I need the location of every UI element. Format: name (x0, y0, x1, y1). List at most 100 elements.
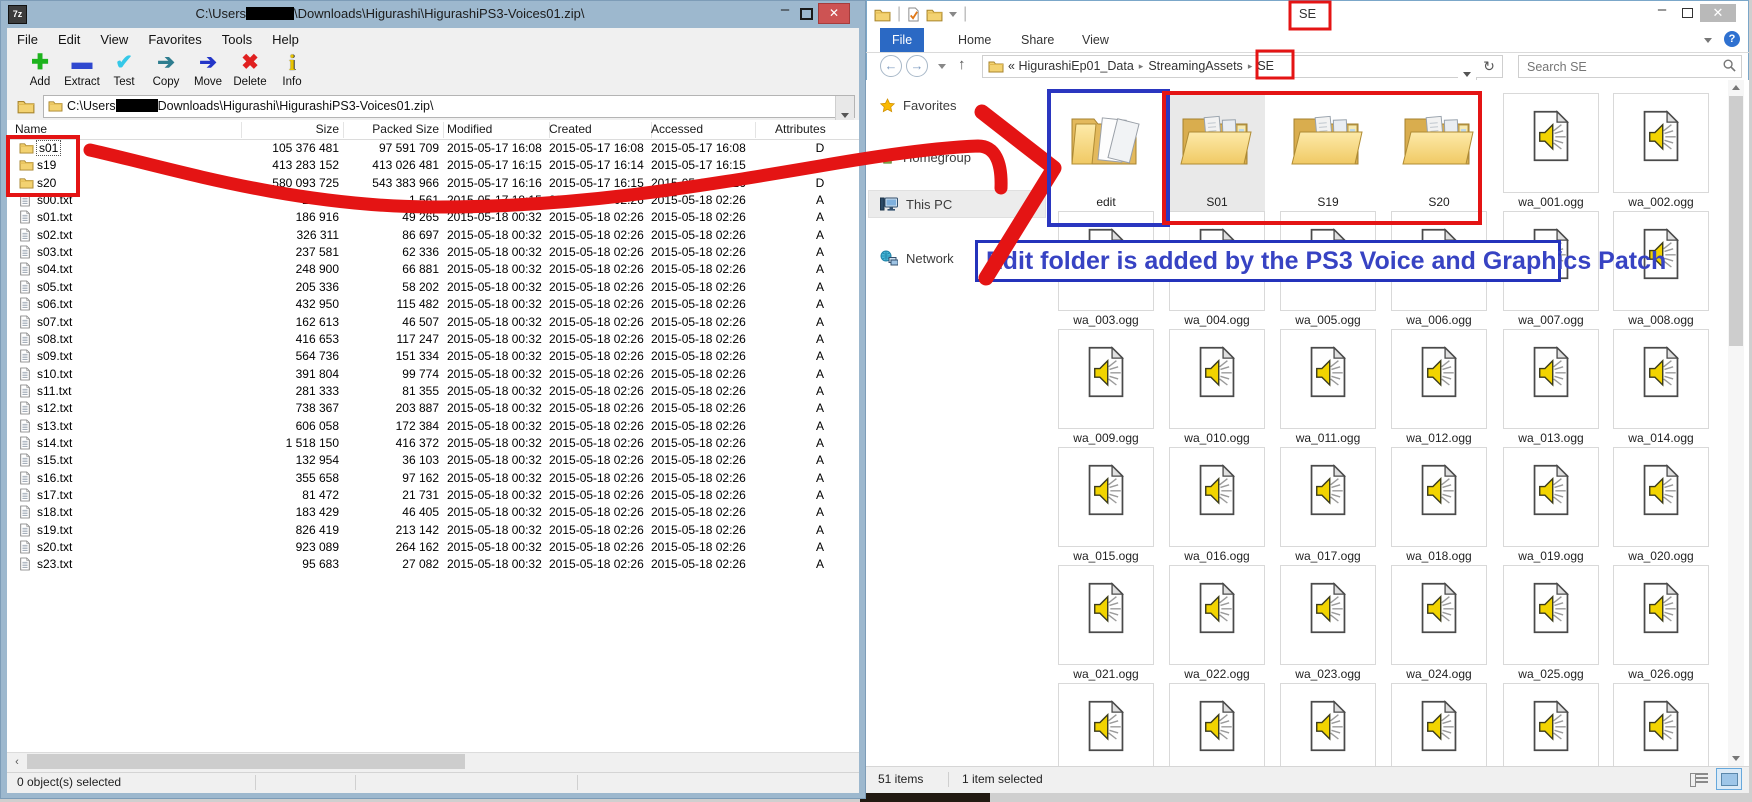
file-item[interactable]: wa_019.ogg (1503, 447, 1599, 565)
delete-button[interactable]: ✖Delete (229, 50, 271, 94)
info-button[interactable]: iInfo (271, 50, 313, 94)
file-item[interactable]: wa_017.ogg (1280, 447, 1376, 565)
file-item[interactable]: wa_014.ogg (1613, 329, 1709, 447)
file-name[interactable]: s02.txt (37, 228, 237, 242)
table-row[interactable]: s10.txt391 80499 7742015-05-18 00:322015… (7, 366, 859, 383)
vertical-scrollbar[interactable] (1728, 80, 1744, 766)
help-icon[interactable]: ? (1724, 31, 1740, 47)
table-row[interactable]: s18.txt183 42946 4052015-05-18 00:322015… (7, 504, 859, 521)
column-header-packed-size[interactable]: Packed Size (343, 122, 444, 138)
file-item[interactable] (1391, 683, 1487, 766)
scroll-down-arrow[interactable] (1732, 756, 1740, 761)
file-item[interactable]: wa_016.ogg (1169, 447, 1265, 565)
maximize-button[interactable] (796, 3, 816, 22)
file-item[interactable]: wa_012.ogg (1391, 329, 1487, 447)
menu-favorites[interactable]: Favorites (138, 32, 211, 47)
table-row[interactable]: s13.txt606 058172 3842015-05-18 00:32201… (7, 418, 859, 435)
tab-file[interactable]: File (880, 28, 924, 52)
breadcrumb-item[interactable]: HigurashiEp01_Data (1018, 59, 1133, 73)
file-name[interactable]: s19.txt (37, 523, 237, 537)
column-header-created[interactable]: Created (549, 122, 652, 138)
tab-share[interactable]: Share (1009, 28, 1066, 52)
folder-item[interactable]: S01 (1169, 93, 1265, 211)
sidebar-item-favorites[interactable]: Favorites (880, 98, 956, 113)
file-item[interactable]: wa_011.ogg (1280, 329, 1376, 447)
copy-button[interactable]: ➔Copy (145, 50, 187, 94)
search-input[interactable] (1525, 57, 1714, 76)
test-button[interactable]: ✔Test (103, 50, 145, 94)
file-name[interactable]: s13.txt (37, 419, 237, 433)
up-button[interactable]: ↑ (958, 56, 966, 73)
move-button[interactable]: ➔Move (187, 50, 229, 94)
file-item[interactable]: wa_018.ogg (1391, 447, 1487, 565)
table-row[interactable]: s04.txt248 90066 8812015-05-18 00:322015… (7, 261, 859, 278)
file-name[interactable]: s07.txt (37, 315, 237, 329)
file-item[interactable]: wa_021.ogg (1058, 565, 1154, 683)
table-row[interactable]: s16.txt355 65897 1622015-05-18 00:322015… (7, 470, 859, 487)
file-name[interactable]: s19 (37, 158, 237, 172)
file-name[interactable]: s04.txt (37, 262, 237, 276)
file-name[interactable]: s20 (37, 176, 237, 190)
table-row[interactable]: s20.txt923 089264 1622015-05-18 00:32201… (7, 539, 859, 556)
breadcrumb-overflow-icon[interactable]: « (1008, 59, 1018, 73)
file-name[interactable]: s05.txt (37, 280, 237, 294)
file-item[interactable]: wa_023.ogg (1280, 565, 1376, 683)
menu-edit[interactable]: Edit (48, 32, 90, 47)
table-row[interactable]: s19413 283 152413 026 4812015-05-17 16:1… (7, 157, 859, 174)
file-name[interactable]: s14.txt (37, 436, 237, 450)
table-row[interactable]: s11.txt281 33381 3552015-05-18 00:322015… (7, 383, 859, 400)
folder-item[interactable]: S19 (1280, 93, 1376, 211)
table-row[interactable]: s02.txt326 31186 6972015-05-18 00:322015… (7, 227, 859, 244)
folder-item[interactable]: S20 (1391, 93, 1487, 211)
file-name[interactable]: s17.txt (37, 488, 237, 502)
sevenzip-titlebar[interactable]: 7z C:\Users\Downloads\Higurashi\Higurash… (0, 0, 866, 28)
file-name[interactable]: s12.txt (37, 401, 237, 415)
breadcrumb-item[interactable]: StreamingAssets (1148, 59, 1242, 73)
table-row[interactable]: s06.txt432 950115 4822015-05-18 00:32201… (7, 296, 859, 313)
sidebar-item-homegroup[interactable]: Homegroup (880, 150, 971, 165)
file-item[interactable]: wa_013.ogg (1503, 329, 1599, 447)
close-button[interactable]: ✕ (818, 3, 850, 24)
file-name[interactable]: s09.txt (37, 349, 237, 363)
sidebar-item-this-pc[interactable]: This PC (880, 196, 952, 212)
explorer-titlebar[interactable]: | | SE – ✕ (866, 0, 1749, 28)
file-name[interactable]: s00.txt (37, 193, 237, 207)
file-item[interactable] (1169, 683, 1265, 766)
scroll-up-arrow[interactable] (1732, 85, 1740, 90)
table-row[interactable]: s15.txt132 95436 1032015-05-18 00:322015… (7, 452, 859, 469)
file-item[interactable]: wa_025.ogg (1503, 565, 1599, 683)
file-item[interactable]: wa_022.ogg (1169, 565, 1265, 683)
file-item[interactable]: wa_015.ogg (1058, 447, 1154, 565)
file-item[interactable]: wa_020.ogg (1613, 447, 1709, 565)
file-name[interactable]: s08.txt (37, 332, 237, 346)
file-name[interactable]: s11.txt (37, 384, 237, 398)
table-row[interactable]: s08.txt416 653117 2472015-05-18 00:32201… (7, 331, 859, 348)
table-row[interactable]: s01.txt186 91649 2652015-05-18 00:322015… (7, 209, 859, 226)
table-row[interactable]: s09.txt564 736151 3342015-05-18 00:32201… (7, 348, 859, 365)
column-header-modified[interactable]: Modified (447, 122, 550, 138)
forward-button[interactable]: → (906, 55, 928, 77)
file-name[interactable]: s01 (37, 141, 237, 155)
scroll-left-arrow[interactable]: ‹ (9, 755, 25, 769)
sevenzip-path-combo[interactable]: C:\UsersDownloads\Higurashi\HigurashiPS3… (43, 95, 855, 118)
horizontal-scrollbar[interactable]: ‹ (7, 752, 859, 771)
tab-view[interactable]: View (1070, 28, 1121, 52)
thumbnail-view-button[interactable] (1716, 768, 1742, 790)
table-row[interactable]: s19.txt826 419213 1422015-05-18 00:32201… (7, 522, 859, 539)
add-button[interactable]: ✚Add (19, 50, 61, 94)
extract-button[interactable]: ▬Extract (61, 50, 103, 94)
table-row[interactable]: s20580 093 725543 383 9662015-05-17 16:1… (7, 175, 859, 192)
file-item[interactable]: wa_024.ogg (1391, 565, 1487, 683)
expand-ribbon-icon[interactable] (1704, 38, 1712, 43)
file-name[interactable]: s23.txt (37, 557, 237, 571)
details-view-button[interactable] (1690, 771, 1708, 787)
file-item[interactable] (1058, 683, 1154, 766)
file-name[interactable]: s03.txt (37, 245, 237, 259)
file-item[interactable]: wa_001.ogg (1503, 93, 1599, 211)
menu-tools[interactable]: Tools (212, 32, 262, 47)
table-row[interactable]: s17.txt81 47221 7312015-05-18 00:322015-… (7, 487, 859, 504)
column-header-size[interactable]: Size (243, 122, 344, 138)
breadcrumb-item[interactable]: SE (1257, 59, 1274, 73)
file-name[interactable]: s06.txt (37, 297, 237, 311)
file-item[interactable]: wa_009.ogg (1058, 329, 1154, 447)
